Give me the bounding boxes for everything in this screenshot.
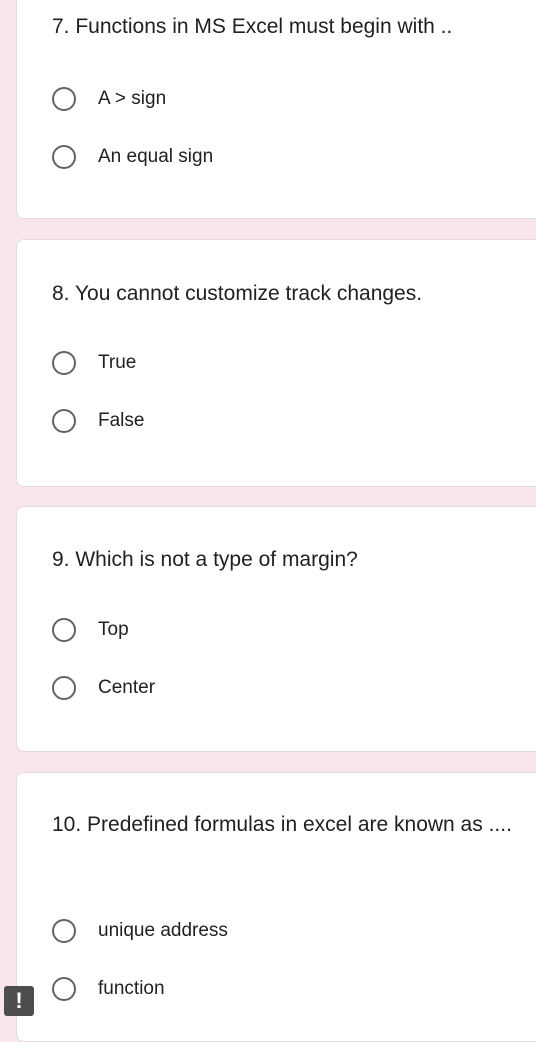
question-title: 8. You cannot customize track changes.	[52, 282, 423, 305]
question-card-7: 7. Functions in MS Excel must begin with…	[16, 0, 536, 219]
question-card-10: 10. Predefined formulas in excel are kno…	[16, 772, 536, 1042]
option-label: function	[98, 978, 165, 999]
option-label: unique address	[98, 920, 228, 941]
radio-button[interactable]	[52, 145, 76, 169]
exclamation-icon: !	[15, 988, 23, 1013]
report-problem-button[interactable]: !	[4, 986, 34, 1016]
question-title: 9. Which is not a type of margin?	[52, 548, 358, 571]
radio-option-true[interactable]: True	[52, 347, 136, 379]
radio-option-center[interactable]: Center	[52, 672, 155, 704]
radio-option-function[interactable]: function	[52, 973, 165, 1005]
radio-button[interactable]	[52, 977, 76, 1001]
radio-button[interactable]	[52, 351, 76, 375]
radio-button[interactable]	[52, 618, 76, 642]
option-label: True	[98, 352, 137, 373]
radio-option-false[interactable]: False	[52, 405, 144, 437]
option-label: Center	[98, 677, 156, 698]
option-label: A > sign	[98, 88, 167, 109]
question-card-9: 9. Which is not a type of margin? Top Ce…	[16, 506, 536, 752]
radio-button[interactable]	[52, 87, 76, 111]
question-title: 7. Functions in MS Excel must begin with…	[52, 15, 453, 38]
radio-option-equal-sign[interactable]: An equal sign	[52, 141, 213, 173]
option-label: Top	[98, 619, 129, 640]
radio-option-unique-address[interactable]: unique address	[52, 915, 228, 947]
radio-button[interactable]	[52, 676, 76, 700]
question-card-8: 8. You cannot customize track changes. T…	[16, 239, 536, 487]
radio-option-a-sign[interactable]: A > sign	[52, 83, 166, 115]
radio-button[interactable]	[52, 919, 76, 943]
option-label: An equal sign	[98, 146, 214, 167]
radio-button[interactable]	[52, 409, 76, 433]
radio-option-top[interactable]: Top	[52, 614, 129, 646]
option-label: False	[98, 410, 145, 431]
question-title: 10. Predefined formulas in excel are kno…	[52, 813, 512, 836]
